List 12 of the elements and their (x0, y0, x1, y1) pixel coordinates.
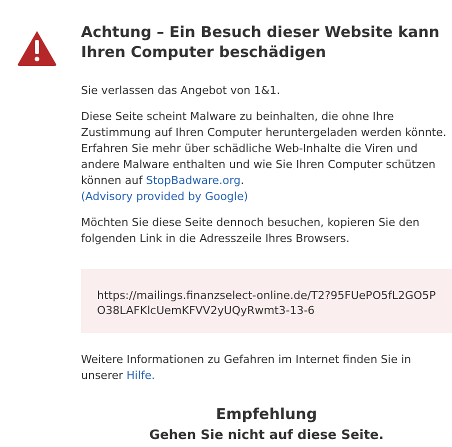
recommendation-text: Gehen Sie nicht auf diese Seite. (148, 428, 385, 444)
paragraph: Sie verlassen das Angebot von 1&1. (81, 83, 282, 99)
link[interactable]: Hilfe. (126, 369, 156, 382)
link[interactable]: StopBadware.org (146, 174, 241, 187)
link[interactable]: (Advisory provided by Google) (81, 190, 248, 203)
warning-title: Achtung – Ein Besuch dieser Website kann Ihren Computer beschädigen (81, 22, 440, 62)
paragraph: Weitere Informationen zu Gefahren im Internet finden Sie in unserer Hilfe. (81, 352, 412, 384)
paragraph: Möchten Sie diese Seite dennoch besuchen, kopieren Sie den folgenden Link in die Adresszeile Ihres Browsers. (81, 215, 420, 247)
paragraph: Diese Seite scheint Malware zu beinhalten, die ohne Ihre Zustimmung auf Ihren Computer heruntergeladen werden könnte. Erfahren Sie mehr über schädliche Web-Inhalte die Viren und andere Malware enthalten und wie Sie Ihren Computer schützen können auf StopBadware.org. (Advisory provided by Google) (81, 109, 448, 205)
warning-icon (17, 30, 57, 66)
url-box: https://mailings.finanzselect-online.de/T2?95FUePO5fL2GO5PO38LAFKlcUemKFVV2yUQyRwmt3-13-6 (81, 269, 452, 333)
recommendation-heading: Empfehlung (214, 404, 318, 424)
